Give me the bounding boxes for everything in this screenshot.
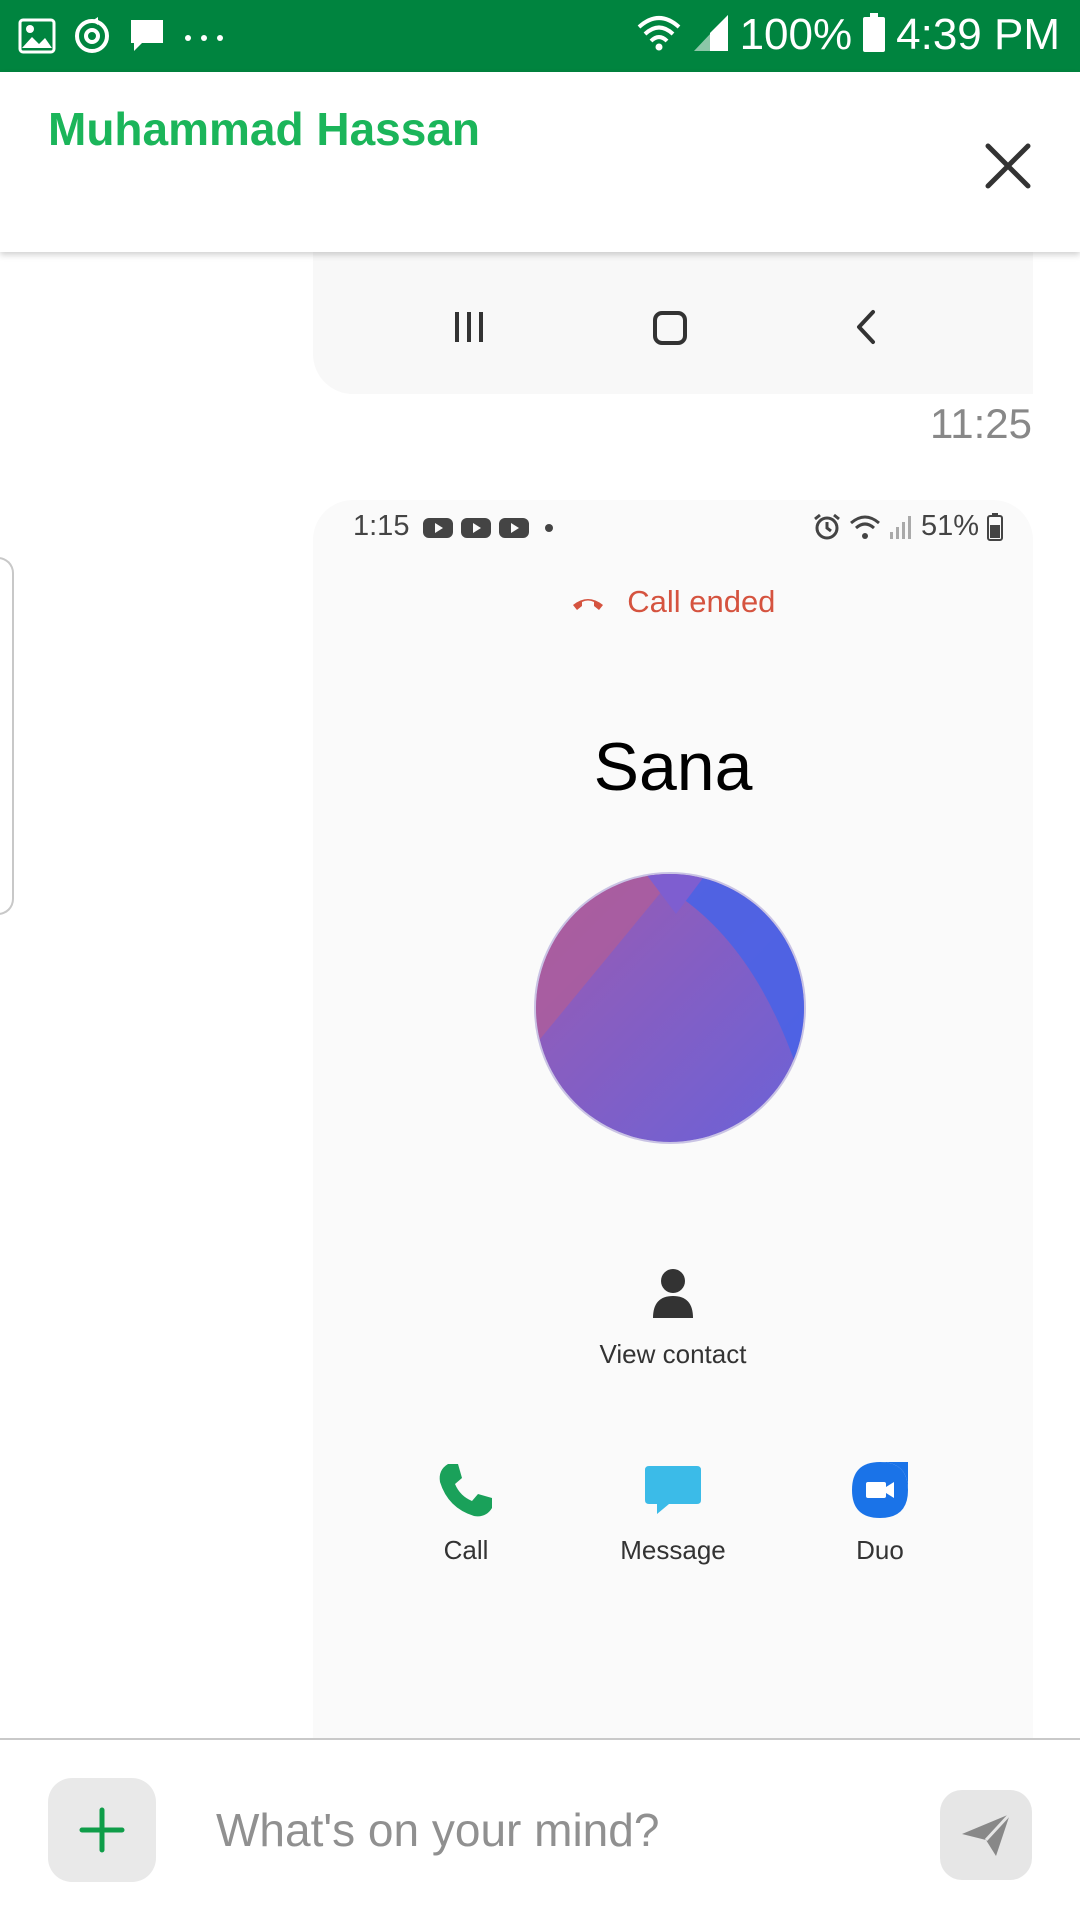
- message-label: Message: [620, 1535, 726, 1565]
- duo-label: Duo: [856, 1535, 904, 1565]
- chat-header: Muhammad Hassan: [0, 72, 1080, 252]
- clock: 4:39 PM: [896, 10, 1060, 59]
- app-screen: 100% 4:39 PM Muhammad Hassan 11:25 1:15 …: [0, 0, 1080, 1920]
- navigation-bar: [313, 308, 1033, 348]
- call-status-text: Call ended: [627, 583, 776, 619]
- avatar: [534, 872, 806, 1144]
- youtube-icon: [499, 518, 529, 538]
- message-action-button[interactable]: Message: [583, 1460, 763, 1566]
- previous-screenshot-message[interactable]: [313, 252, 1033, 394]
- message-input[interactable]: [216, 1794, 896, 1866]
- more-dots-icon: [182, 30, 226, 48]
- close-icon: [985, 143, 1031, 189]
- page-title: Muhammad Hassan: [48, 103, 481, 155]
- image-icon: [18, 18, 56, 59]
- message-composer: [0, 1738, 1080, 1920]
- alarm-icon: [814, 513, 840, 539]
- signal-icon: [889, 515, 911, 539]
- phone-icon: [439, 1464, 492, 1517]
- video-icon: [852, 1462, 908, 1518]
- person-icon: [653, 1269, 693, 1318]
- hangup-icon: [572, 598, 603, 610]
- chat-bubble-icon: [128, 17, 166, 60]
- contact-name: Sana: [593, 729, 753, 805]
- battery-icon: [862, 12, 886, 58]
- view-contact-label: View contact: [599, 1339, 747, 1369]
- status-right: 100% 4:39 PM: [636, 10, 1060, 60]
- screenshot-status-right: 51%: [813, 510, 1003, 543]
- send-icon: [962, 1812, 1012, 1856]
- duo-action-button[interactable]: Duo: [790, 1460, 970, 1566]
- conversation-area[interactable]: 11:25 1:15 51% Call ended Sana View cont…: [0, 252, 1080, 1738]
- signal-icon: [692, 13, 730, 58]
- wifi-icon: [636, 13, 682, 58]
- call-label: Call: [443, 1535, 489, 1565]
- close-button[interactable]: [980, 138, 1036, 194]
- home-icon: [653, 311, 687, 345]
- send-button[interactable]: [940, 1790, 1032, 1880]
- battery-icon: [987, 512, 1003, 541]
- screenshot-message[interactable]: 1:15 51% Call ended Sana View contact Ca…: [313, 500, 1033, 1738]
- avatar-image: [536, 874, 804, 1142]
- youtube-icon: [423, 518, 453, 538]
- screenshot-status-bar: 1:15 51%: [353, 510, 1003, 550]
- call-action-button[interactable]: Call: [376, 1460, 556, 1566]
- message-icon: [645, 1466, 701, 1514]
- battery-percent: 100%: [739, 10, 853, 59]
- status-bar: 100% 4:39 PM: [0, 0, 1080, 72]
- screenshot-battery: 51%: [920, 510, 979, 542]
- side-panel-handle[interactable]: [0, 557, 14, 915]
- wifi-icon: [849, 515, 880, 539]
- status-left-icons: [18, 16, 226, 61]
- recent-apps-icon: [455, 312, 483, 342]
- youtube-icon: [461, 518, 491, 538]
- plus-icon: [79, 1807, 125, 1853]
- back-icon: [857, 310, 875, 344]
- sync-icon: [72, 16, 112, 61]
- message-timestamp: 11:25: [930, 400, 1032, 447]
- contact-actions: Call Message Duo: [313, 1460, 1033, 1580]
- call-status: Call ended: [313, 582, 1033, 620]
- screenshot-notification-icons: [423, 518, 553, 538]
- screenshot-clock: 1:15: [353, 510, 410, 542]
- dot-icon: [545, 524, 553, 532]
- view-contact-button[interactable]: View contact: [313, 1268, 1033, 1370]
- add-attachment-button[interactable]: [48, 1778, 156, 1882]
